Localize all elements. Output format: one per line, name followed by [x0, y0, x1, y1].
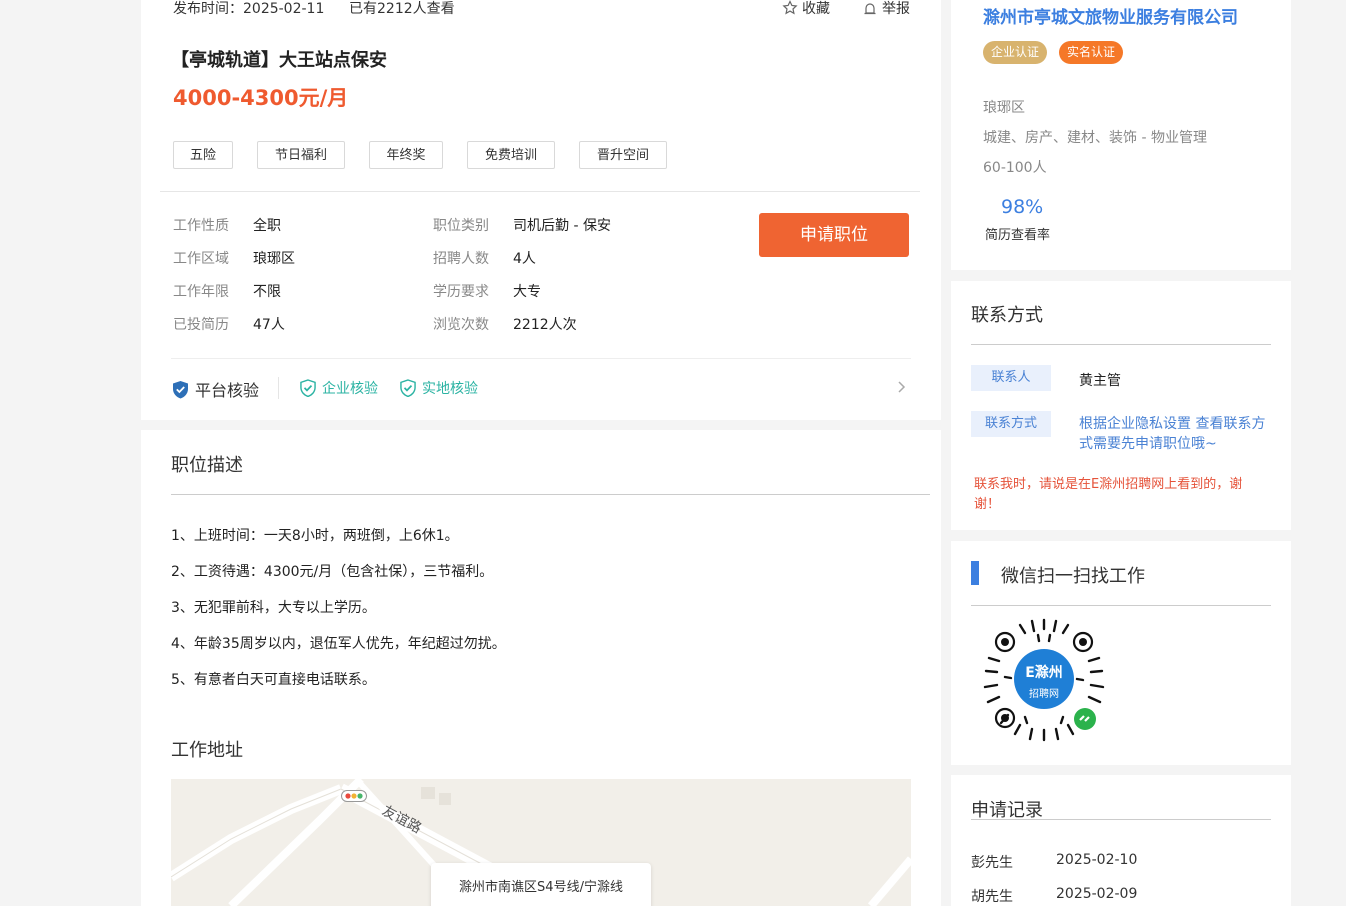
divider	[971, 605, 1271, 606]
contact-method-line-2[interactable]: 式需要先申请职位哦~	[1079, 433, 1217, 453]
chevron-right-icon[interactable]	[897, 380, 907, 394]
qr-brand-text: E滁州	[1025, 665, 1063, 681]
benefit-tag: 免费培训	[467, 141, 555, 169]
divider	[971, 819, 1271, 820]
benefit-tag: 年终奖	[369, 141, 443, 169]
record-date: 2025-02-09	[1056, 886, 1138, 902]
applied-key: 已投简历	[173, 317, 229, 333]
nature-key: 工作性质	[173, 218, 229, 234]
platform-verify-label: 平台核验	[195, 381, 260, 400]
favorite-label: 收藏	[802, 1, 830, 17]
description-line: 4、年龄35周岁以内，退伍军人优先，年纪超过勿扰。	[171, 636, 506, 652]
description-line: 3、无犯罪前科，大专以上学历。	[171, 600, 376, 616]
years-value: 不限	[253, 284, 281, 300]
platform-verify[interactable]: 平台核验	[172, 377, 259, 401]
report-label: 举报	[882, 1, 910, 17]
area-value: 琅琊区	[253, 251, 295, 267]
nature-value: 全职	[253, 218, 281, 234]
description-line: 2、工资待遇：4300元/月（包含社保），三节福利。	[171, 564, 494, 580]
job-title: 【亭城轨道】大王站点保安	[171, 50, 387, 71]
shield-check-icon	[300, 379, 316, 397]
map[interactable]: 友谊路 滁州市南谯区S4号线/宁滁线	[171, 779, 911, 906]
company-industry: 城建、房产、建材、装饰 - 物业管理	[983, 130, 1207, 146]
divider	[971, 344, 1271, 345]
publish-date: 发布时间：2025-02-11	[173, 1, 325, 17]
benefit-tag: 五险	[173, 141, 233, 169]
browse-key: 浏览次数	[433, 317, 489, 333]
company-verify[interactable]: 企业核验	[300, 378, 378, 398]
verify-separator	[278, 377, 279, 399]
views-count: 已有2212人查看	[349, 1, 455, 17]
contact-method-key: 联系方式	[971, 411, 1051, 437]
browse-value: 2212人次	[513, 317, 577, 333]
description-line: 5、有意者白天可直接电话联系。	[171, 672, 376, 688]
map-location-label: 滁州市南谯区S4号线/宁滁线	[431, 863, 651, 906]
company-verify-label: 企业核验	[322, 381, 378, 397]
view-rate-value: 98%	[1001, 196, 1044, 218]
record-name: 彭先生	[971, 855, 1013, 871]
headcount-key: 招聘人数	[433, 251, 489, 267]
record-name: 胡先生	[971, 889, 1013, 905]
divider	[171, 494, 930, 495]
contact-person-key: 联系人	[971, 365, 1051, 391]
contact-notice-line-2: 谢！	[974, 497, 1001, 512]
years-key: 工作年限	[173, 284, 229, 300]
description-line: 1、上班时间：一天8小时，两班倒，上6休1。	[171, 528, 459, 544]
salary: 4000-4300元/月	[173, 86, 349, 110]
star-icon	[782, 0, 798, 15]
applied-value: 47人	[253, 317, 285, 333]
realname-badge: 实名认证	[1059, 41, 1124, 64]
divider	[160, 191, 920, 192]
shield-check-icon	[173, 380, 188, 398]
category-value: 司机后勤 - 保安	[513, 218, 611, 234]
area-key: 工作区域	[173, 251, 229, 267]
view-rate-label: 简历查看率	[985, 228, 1051, 243]
qr-sub-text: 招聘网	[1029, 689, 1059, 700]
contact-person-value: 黄主管	[1079, 373, 1121, 389]
site-verify-label: 实地核验	[422, 381, 478, 397]
company-size: 60-100人	[983, 160, 1047, 176]
benefit-tag: 节日福利	[257, 141, 345, 169]
traffic-light-icon	[341, 790, 367, 802]
description-title: 职位描述	[171, 455, 243, 476]
report-button[interactable]: 举报	[862, 0, 910, 18]
divider	[171, 358, 911, 359]
favorite-button[interactable]: 收藏	[782, 0, 830, 18]
category-key: 职位类别	[433, 218, 489, 234]
education-key: 学历要求	[433, 284, 489, 300]
enterprise-badge: 企业认证	[983, 41, 1048, 64]
wechat-title: 微信扫一扫找工作	[1001, 566, 1145, 587]
company-district: 琅琊区	[983, 100, 1025, 116]
record-date: 2025-02-10	[1056, 852, 1138, 868]
contact-notice-line-1: 联系我时，请说是在E滁州招聘网上看到的，谢	[974, 477, 1243, 492]
apply-button[interactable]: 申请职位	[759, 213, 909, 257]
wechat-qr-code: E滁州 招聘网	[981, 617, 1107, 743]
address-title: 工作地址	[171, 740, 243, 761]
alarm-icon	[864, 3, 876, 15]
site-verify[interactable]: 实地核验	[400, 378, 478, 398]
education-value: 大专	[513, 284, 541, 300]
company-name[interactable]: 滁州市亭城文旅物业服务有限公司	[983, 3, 1238, 28]
contact-method-line-1[interactable]: 根据企业隐私设置 查看联系方	[1079, 413, 1265, 433]
benefit-tag: 晋升空间	[579, 141, 667, 169]
shield-check-icon	[400, 379, 416, 397]
headcount-value: 4人	[513, 251, 536, 267]
contact-title: 联系方式	[971, 305, 1043, 326]
wechat-title-marker	[971, 561, 979, 585]
